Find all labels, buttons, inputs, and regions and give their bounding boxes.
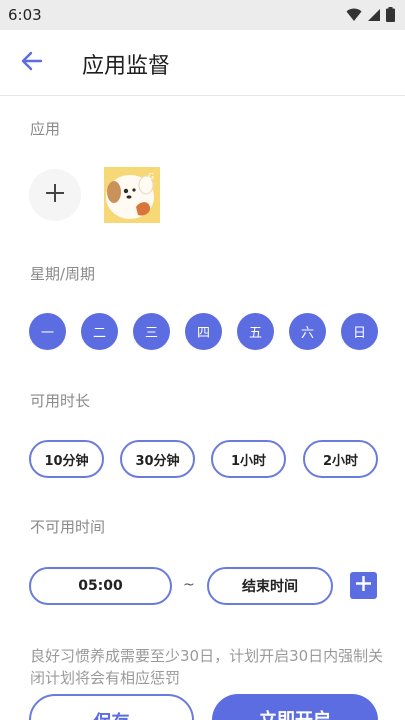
status-time: 6:03 xyxy=(8,6,42,24)
svg-text:G: G xyxy=(148,172,154,181)
duration-option-2h[interactable]: 2小时 xyxy=(303,440,378,478)
duration-section-label: 可用时长 xyxy=(30,392,91,410)
day-selector: 一 二 三 四 五 六 日 xyxy=(0,313,405,351)
end-time-field[interactable]: 结束时间 xyxy=(207,567,333,605)
status-icons xyxy=(346,7,395,26)
day-chip-sat[interactable]: 六 xyxy=(289,313,326,350)
time-separator: ~ xyxy=(183,577,195,593)
wifi-icon xyxy=(346,7,362,26)
unavailable-section-label: 不可用时间 xyxy=(30,518,106,536)
week-section-label: 星期/周期 xyxy=(30,265,96,283)
back-button[interactable] xyxy=(16,50,48,76)
save-button[interactable]: 保存 xyxy=(29,694,194,720)
day-chip-tue[interactable]: 二 xyxy=(81,313,118,350)
plus-icon xyxy=(45,183,65,207)
battery-icon xyxy=(386,7,395,26)
selected-app-icon[interactable]: G xyxy=(104,167,160,223)
day-chip-fri[interactable]: 五 xyxy=(237,313,274,350)
page-title: 应用监督 xyxy=(82,54,171,79)
duration-option-1h[interactable]: 1小时 xyxy=(211,440,286,478)
duration-option-30min[interactable]: 30分钟 xyxy=(120,440,195,478)
duration-option-10min[interactable]: 10分钟 xyxy=(29,440,104,478)
add-app-button[interactable] xyxy=(29,169,81,221)
status-bar: 6:03 xyxy=(0,0,405,30)
day-chip-mon[interactable]: 一 xyxy=(29,313,66,350)
plus-icon xyxy=(355,575,372,596)
day-chip-sun[interactable]: 日 xyxy=(341,313,378,350)
day-chip-wed[interactable]: 三 xyxy=(133,313,170,350)
app-bar: 应用监督 xyxy=(0,30,405,96)
add-time-range-button[interactable] xyxy=(350,572,377,599)
start-time-field[interactable]: 05:00 xyxy=(29,567,172,605)
day-chip-thu[interactable]: 四 xyxy=(185,313,222,350)
arrow-left-icon xyxy=(21,51,43,75)
notice-text: 良好习惯养成需要至少30日，计划开启30日内强制关闭计划将会有相应惩罚 xyxy=(30,647,384,687)
signal-icon xyxy=(367,7,381,26)
apps-section-label: 应用 xyxy=(30,120,61,138)
start-now-button[interactable]: 立即开启 xyxy=(212,694,378,720)
